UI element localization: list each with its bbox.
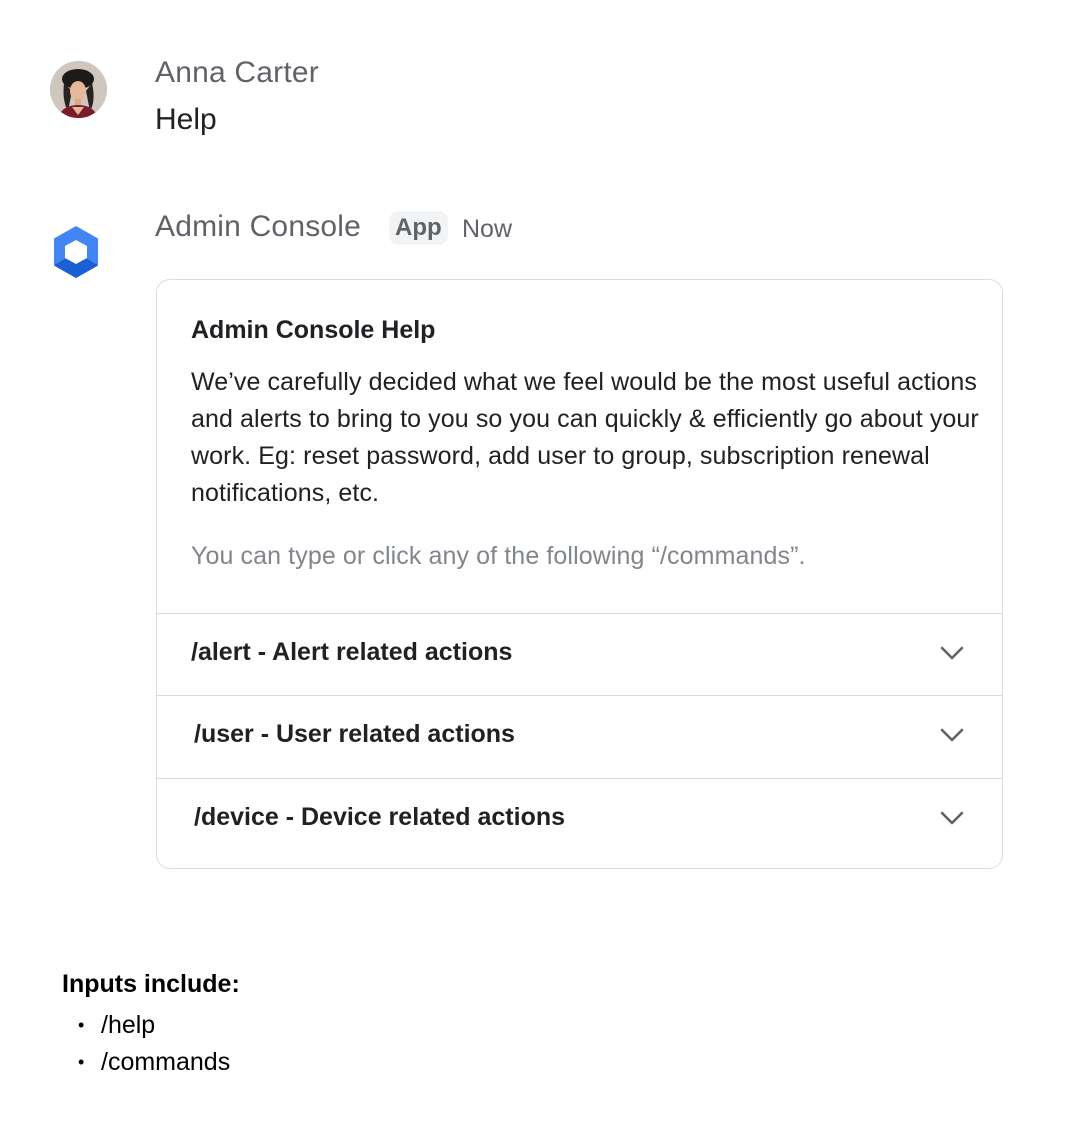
help-card: Admin Console Help We’ve carefully decid… [156,279,1003,869]
chevron-down-icon[interactable] [939,809,965,827]
inputs-note: Inputs include: • /help • /commands [62,970,240,1081]
chevron-down-icon[interactable] [939,644,965,662]
list-item: • /commands [62,1044,240,1081]
command-row-user[interactable]: /user - User related actions [157,695,1002,777]
app-badge: App [389,211,448,245]
bullet-icon: • [78,1052,85,1072]
avatar-image [50,61,107,118]
command-row-device[interactable]: /device - Device related actions [157,778,1002,868]
command-label: /alert - Alert related actions [191,638,513,666]
admin-console-logo-icon[interactable] [48,224,104,280]
command-row-alert[interactable]: /alert - Alert related actions [157,613,1002,695]
chevron-down-icon[interactable] [939,726,965,744]
sender-name: Anna Carter [155,56,319,89]
bullet-icon: • [78,1015,85,1035]
card-title: Admin Console Help [191,316,436,344]
list-item-text: /commands [101,1048,231,1076]
list-item-text: /help [101,1011,156,1039]
command-label: /device - Device related actions [194,803,566,831]
sender-name: Admin Console [155,210,362,243]
card-hint-text: You can type or click any of the followi… [191,542,806,570]
command-label: /user - User related actions [194,720,515,748]
timestamp: Now [462,215,513,243]
avatar[interactable] [50,61,107,118]
inputs-list: • /help • /commands [62,1007,240,1081]
list-item: • /help [62,1007,240,1044]
message-text: Help [155,103,217,136]
notes-title: Inputs include: [62,970,240,998]
card-body-text: We’ve carefully decided what we feel wou… [191,368,979,507]
